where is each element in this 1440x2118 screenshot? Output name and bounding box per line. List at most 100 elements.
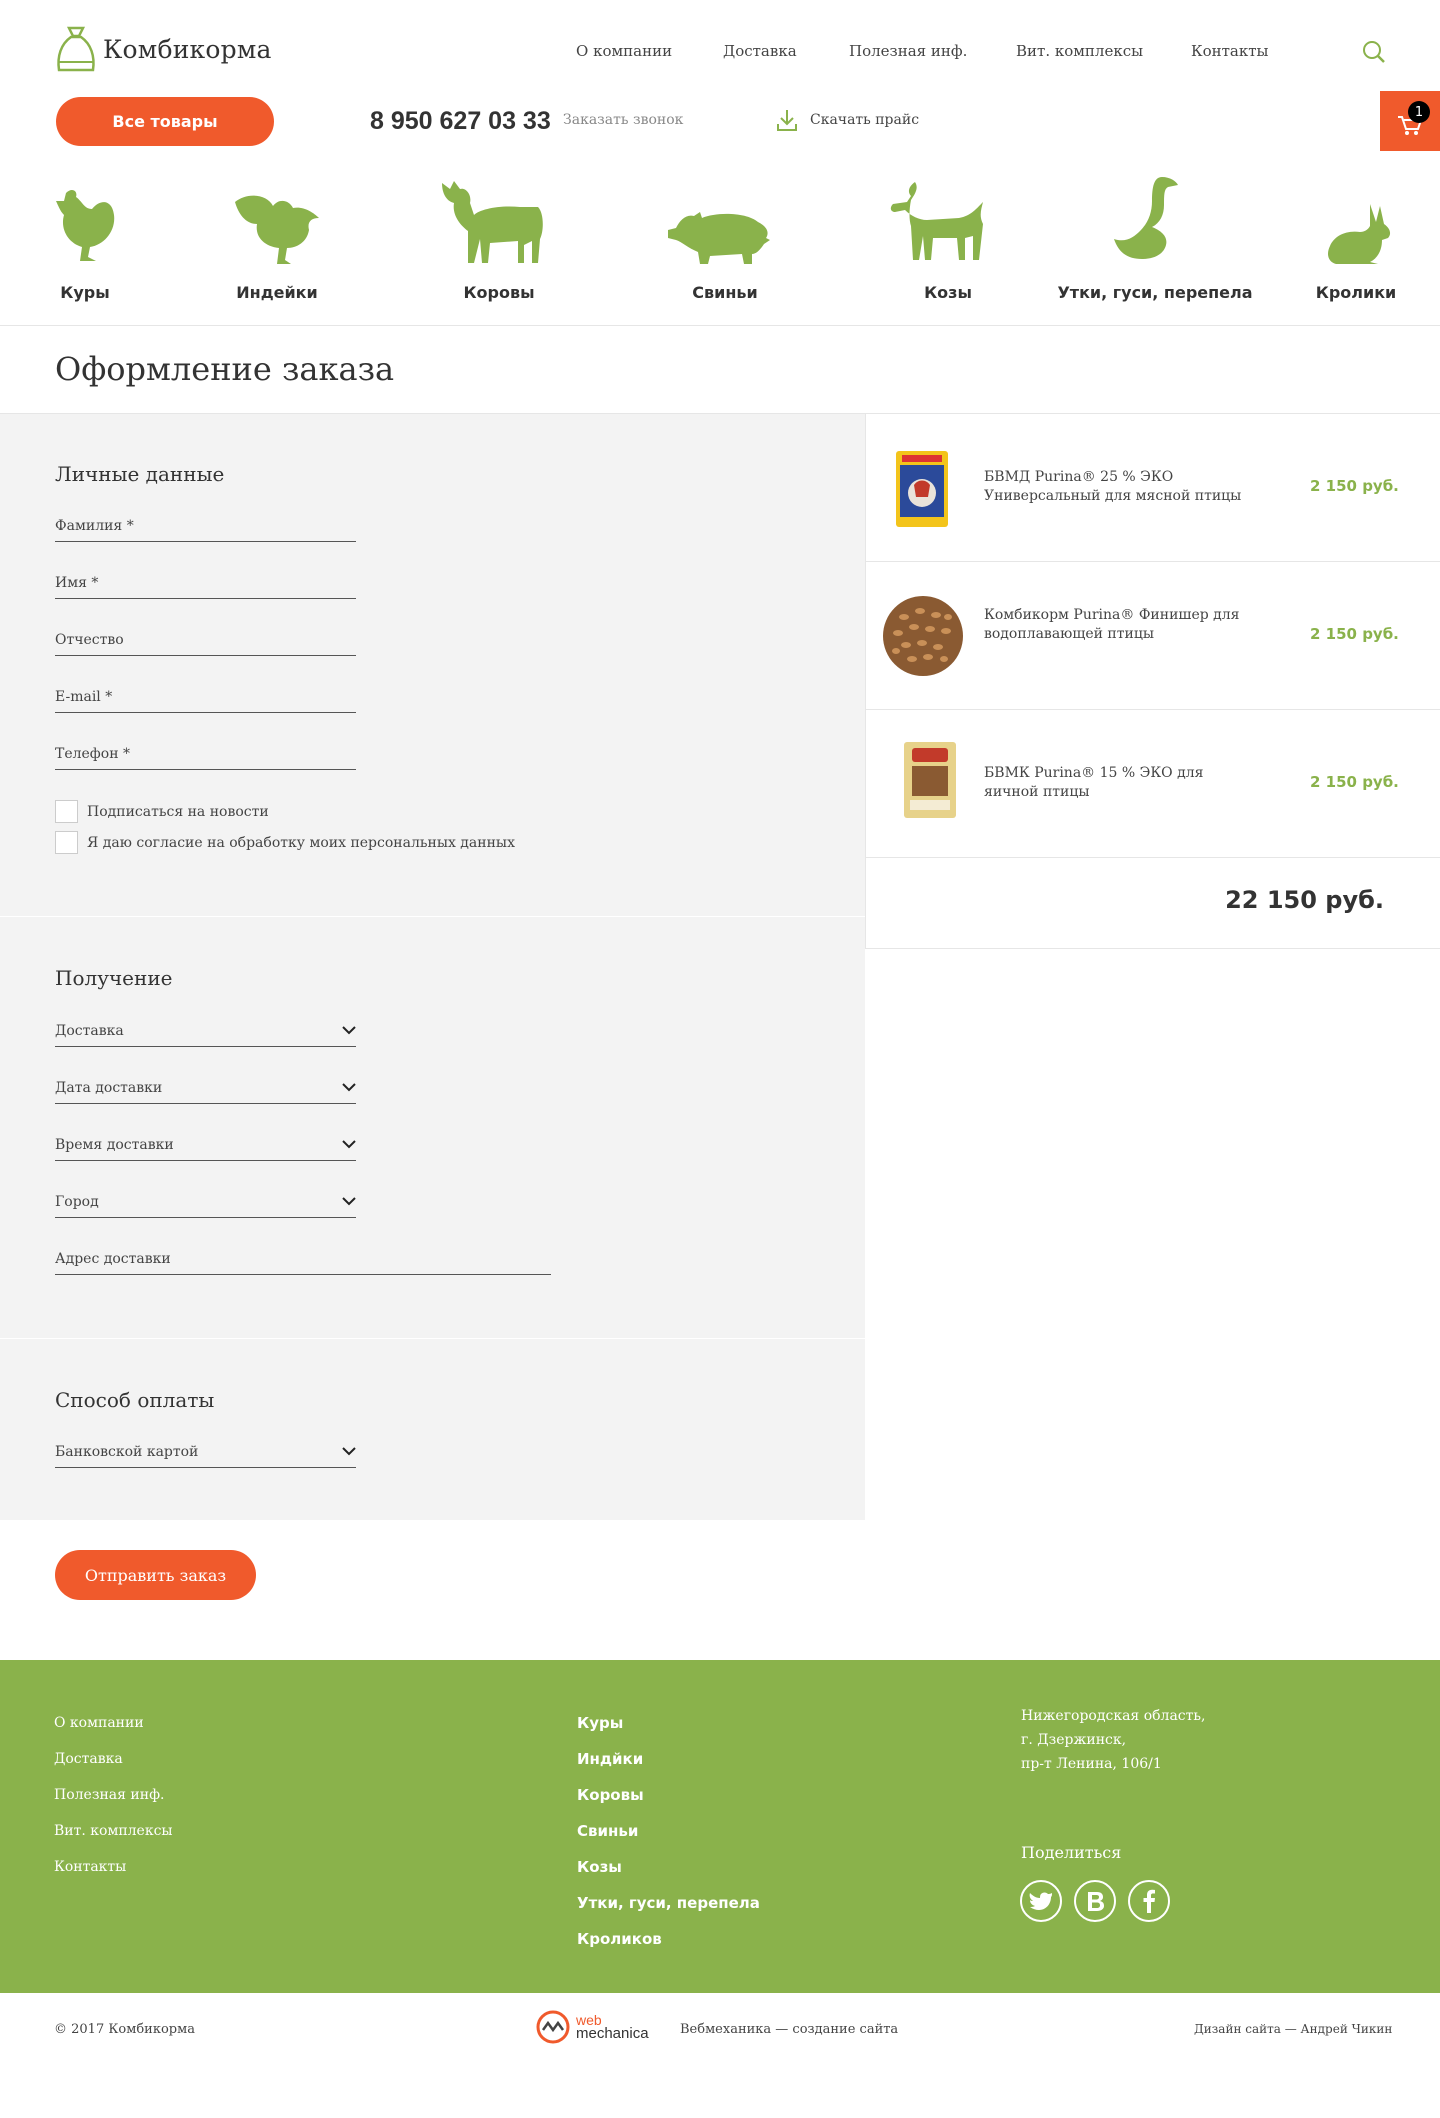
cart-item: БВМК Purina® 15 % ЭКО для яичной птицы 2… — [866, 710, 1440, 858]
nav-vitamins[interactable]: Вит. комплексы — [1016, 42, 1143, 60]
nav-delivery[interactable]: Доставка — [723, 42, 797, 60]
subscribe-label: Подписаться на новости — [87, 804, 269, 820]
product-bag-image — [904, 742, 956, 818]
submit-order-button[interactable]: Отправить заказ — [55, 1550, 256, 1600]
divider — [0, 325, 1440, 326]
footer-address: Нижегородская область, г. Дзержинск, пр-… — [1021, 1704, 1205, 1776]
nav-contacts[interactable]: Контакты — [1191, 42, 1269, 60]
divider — [866, 948, 1440, 949]
cart-icon — [1398, 116, 1423, 135]
email-field[interactable]: E-mail * — [55, 683, 356, 713]
cart-item-name[interactable]: БВМД Purina® 25 % ЭКО Универсальный для … — [984, 468, 1254, 506]
address-line: пр-т Ленина, 106/1 — [1021, 1756, 1162, 1772]
callback-link[interactable]: Заказать звонок — [563, 112, 683, 128]
footer-category-chickens[interactable]: Куры — [577, 1714, 623, 1732]
consent-label: Я даю согласие на обработку моих персона… — [87, 835, 515, 851]
site-logo[interactable]: Комбикорма — [55, 24, 272, 74]
logo-text: Комбикорма — [103, 34, 272, 64]
footer-category-rabbits[interactable]: Кроликов — [577, 1930, 662, 1948]
vk-icon — [1088, 1892, 1104, 1911]
category-waterfowl[interactable]: Утки, гуси, перепела — [1057, 283, 1252, 302]
cart-item-price: 2 150 руб. — [1310, 625, 1399, 643]
cart-button[interactable] — [1380, 91, 1440, 151]
all-products-button[interactable]: Все товары — [56, 97, 274, 146]
bag-logo-icon — [57, 26, 95, 72]
twitter-icon — [1029, 1892, 1052, 1910]
chevron-down-icon — [342, 1026, 356, 1035]
delivery-time-label: Время доставки — [55, 1137, 174, 1153]
category-goats[interactable]: Козы — [924, 283, 972, 302]
goat-icon[interactable] — [887, 180, 989, 264]
payment-method-select[interactable]: Банковской картой — [55, 1438, 356, 1468]
lastname-label: Фамилия * — [55, 518, 134, 534]
city-select[interactable]: Город — [55, 1188, 356, 1218]
product-grain-image — [883, 596, 963, 676]
footer-link-delivery[interactable]: Доставка — [54, 1751, 123, 1767]
goose-icon[interactable] — [1112, 175, 1180, 265]
payment-title: Способ оплаты — [55, 1388, 215, 1412]
share-label: Поделиться — [1021, 1843, 1122, 1862]
nav-about[interactable]: О компании — [576, 42, 672, 60]
chevron-down-icon — [342, 1140, 356, 1149]
category-cows[interactable]: Коровы — [463, 283, 534, 302]
address-line: Нижегородская область, — [1021, 1708, 1206, 1724]
cow-icon[interactable] — [440, 175, 546, 267]
footer-link-info[interactable]: Полезная инф. — [54, 1787, 164, 1803]
rabbit-icon[interactable] — [1326, 202, 1392, 266]
chicken-icon[interactable] — [52, 185, 118, 265]
pig-icon[interactable] — [666, 208, 772, 266]
footer-category-turkeys[interactable]: Индйки — [577, 1750, 643, 1768]
consent-checkbox[interactable] — [55, 831, 78, 854]
cart-item: Комбикорм Purina® Финишер для водоплаваю… — [866, 562, 1440, 710]
chevron-down-icon — [342, 1197, 356, 1206]
download-icon[interactable] — [776, 108, 798, 132]
cart-item-price: 2 150 руб. — [1310, 773, 1399, 791]
phone-number: 8 950 627 03 33 — [370, 107, 551, 135]
city-label: Город — [55, 1194, 99, 1210]
product-bag-image — [896, 451, 948, 527]
firstname-field[interactable]: Имя * — [55, 569, 356, 599]
designer-credit[interactable]: Дизайн сайта — Андрей Чикин — [1194, 2022, 1392, 2036]
personal-title: Личные данные — [55, 462, 225, 486]
payment-method-value: Банковской картой — [55, 1444, 199, 1460]
category-rabbits[interactable]: Кролики — [1316, 283, 1397, 302]
footer-link-contacts[interactable]: Контакты — [54, 1859, 126, 1875]
search-icon[interactable] — [1362, 40, 1386, 64]
category-chickens[interactable]: Куры — [60, 283, 109, 302]
vk-button[interactable] — [1074, 1880, 1116, 1922]
delivery-date-select[interactable]: Дата доставки — [55, 1074, 356, 1104]
firstname-label: Имя * — [55, 575, 99, 591]
copyright: © 2017 Комбикорма — [54, 2022, 195, 2037]
footer-category-waterfowl[interactable]: Утки, гуси, перепела — [577, 1894, 760, 1912]
twitter-button[interactable] — [1020, 1880, 1062, 1922]
cart-total: 22 150 руб. — [1225, 886, 1384, 914]
cart-item-name[interactable]: БВМК Purina® 15 % ЭКО для яичной птицы — [984, 764, 1254, 802]
delivery-title: Получение — [55, 966, 173, 990]
facebook-button[interactable] — [1128, 1880, 1170, 1922]
footer-link-about[interactable]: О компании — [54, 1715, 144, 1731]
delivery-method-select[interactable]: Доставка — [55, 1017, 356, 1047]
footer — [0, 1660, 1440, 1993]
phone-label: Телефон * — [55, 746, 130, 762]
phone-field[interactable]: Телефон * — [55, 740, 356, 770]
footer-category-cows[interactable]: Коровы — [577, 1786, 644, 1804]
address-field[interactable]: Адрес доставки — [55, 1245, 551, 1275]
download-price-link[interactable]: Скачать прайс — [810, 112, 919, 128]
dev-logo-bottom: mechanica — [576, 2025, 649, 2042]
nav-info[interactable]: Полезная инф. — [849, 42, 967, 60]
turkey-icon[interactable] — [233, 188, 323, 266]
footer-category-pigs[interactable]: Свиньи — [577, 1822, 638, 1840]
page-title: Оформление заказа — [55, 350, 395, 388]
category-pigs[interactable]: Свиньи — [692, 283, 757, 302]
footer-category-goats[interactable]: Козы — [577, 1858, 622, 1876]
developer-logo[interactable]: web mechanica — [536, 2010, 649, 2044]
subscribe-checkbox[interactable] — [55, 800, 78, 823]
lastname-field[interactable]: Фамилия * — [55, 512, 356, 542]
category-turkeys[interactable]: Индейки — [236, 283, 318, 302]
developer-link[interactable]: Вебмеханика — создание сайта — [680, 2022, 898, 2037]
footer-link-vitamins[interactable]: Вит. комплексы — [54, 1823, 173, 1839]
patronymic-field[interactable]: Отчество — [55, 626, 356, 656]
webmechanica-logo-icon — [536, 2010, 570, 2044]
cart-item-name[interactable]: Комбикорм Purina® Финишер для водоплаваю… — [984, 606, 1254, 644]
delivery-time-select[interactable]: Время доставки — [55, 1131, 356, 1161]
